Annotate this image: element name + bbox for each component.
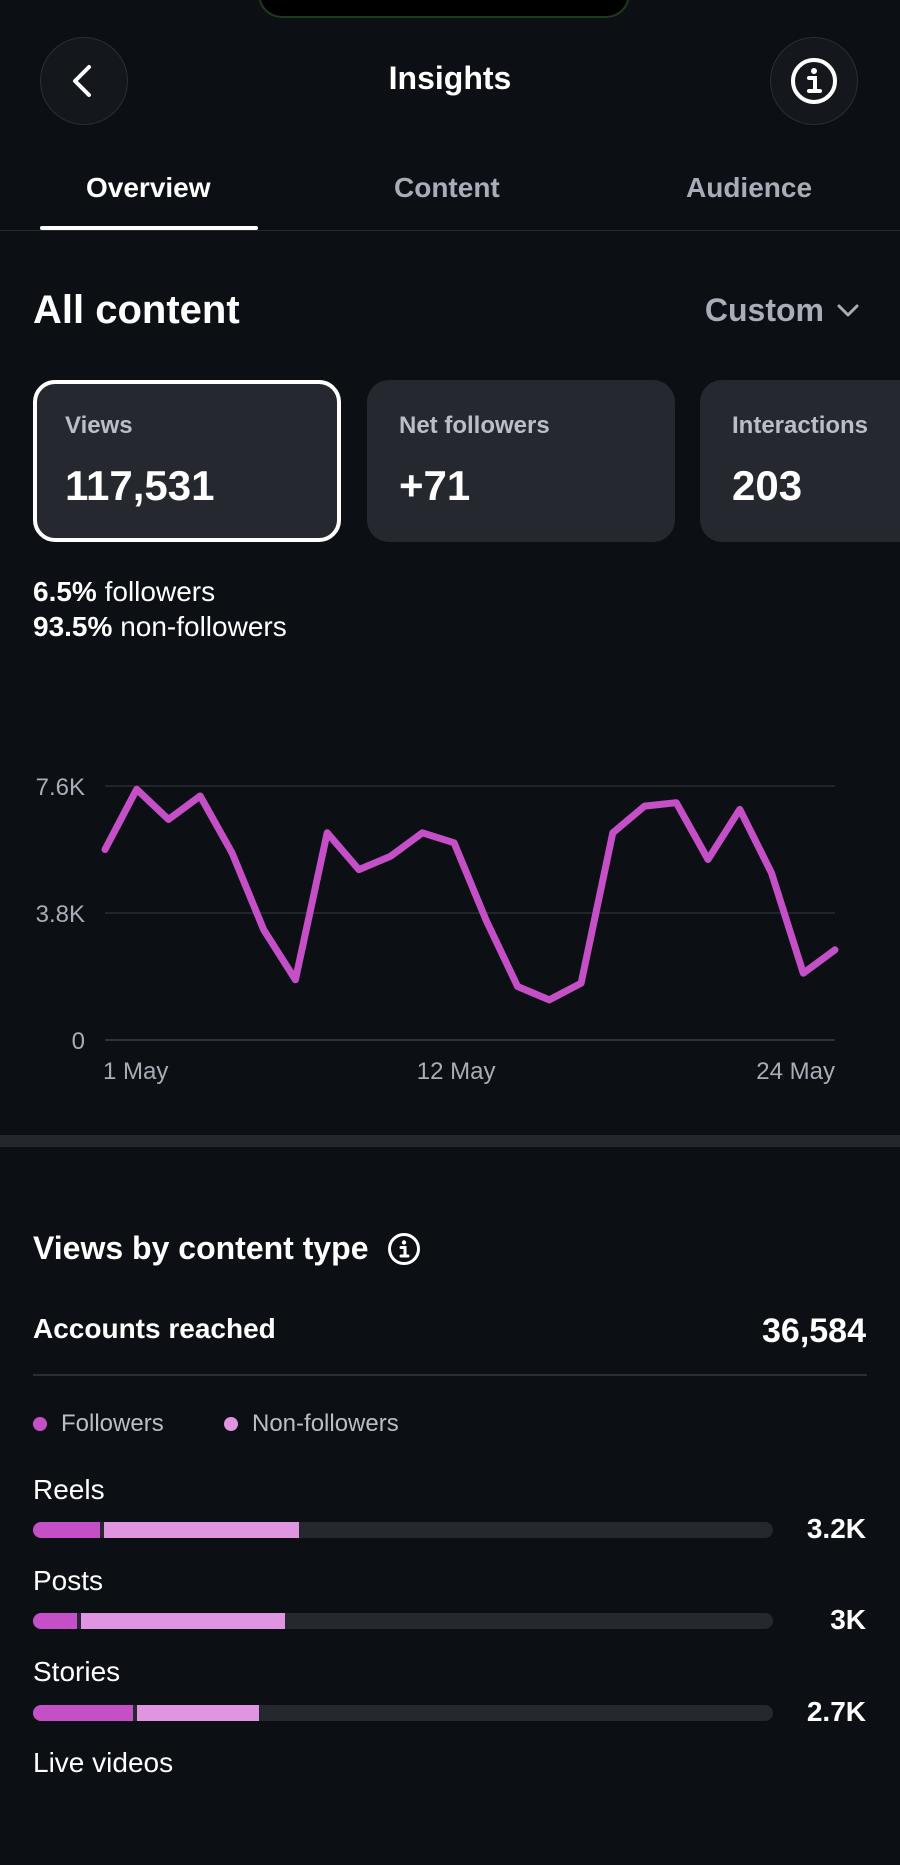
tab-audience[interactable]: Audience [686, 172, 812, 204]
metric-value: 117,531 [65, 462, 215, 509]
chevron-down-icon [837, 304, 859, 316]
date-range-label: Custom [704, 292, 824, 328]
bar-label-posts: Posts [33, 1565, 104, 1596]
tab-overview[interactable]: Overview [86, 172, 211, 204]
bar-value-reels: 3.2K [806, 1513, 866, 1544]
bar-followers-segment [33, 1522, 100, 1538]
metric-label: Interactions [732, 412, 869, 439]
tabs-divider [0, 230, 900, 231]
section-divider [0, 1135, 900, 1147]
metric-value: +71 [399, 462, 471, 509]
page-title: Insights [388, 60, 512, 96]
non-followers-text: non-followers [120, 611, 287, 642]
section-title-all-content: All content [33, 288, 240, 332]
bar-label-live-videos: Live videos [33, 1747, 174, 1778]
x-tick-label: 24 May [756, 1058, 835, 1085]
x-tick-label: 12 May [417, 1058, 496, 1085]
content-type-heading: Views by content type [33, 1230, 421, 1267]
divider [33, 1374, 867, 1376]
info-icon [791, 58, 837, 104]
legend-label: Non-followers [252, 1410, 399, 1437]
non-followers-split: 93.5% non-followers [33, 611, 287, 643]
date-range-dropdown[interactable]: Custom [705, 292, 860, 329]
accounts-reached-label: Accounts reached [33, 1313, 276, 1344]
followers-percent: 6.5% [33, 576, 97, 607]
legend-label: Followers [61, 1410, 164, 1437]
bar-value-stories: 2.7K [806, 1696, 866, 1727]
bar-track-stories [33, 1705, 773, 1721]
tab-content[interactable]: Content [394, 172, 500, 204]
bar-label-stories: Stories [33, 1656, 121, 1687]
views-line-chart: 7.6K 3.8K 0 1 May 12 May 24 May [36, 774, 839, 1085]
y-tick-label: 3.8K [36, 901, 85, 928]
legend-swatch [33, 1417, 47, 1431]
bar-followers-segment [33, 1613, 78, 1629]
bar-label-reels: Reels [33, 1474, 105, 1505]
y-tick-label: 7.6K [36, 774, 85, 801]
metric-value: 203 [732, 462, 803, 509]
bar-value-posts: 3K [830, 1604, 866, 1635]
bar-non-followers-segment [81, 1613, 285, 1629]
metric-label: Net followers [399, 412, 550, 439]
legend-followers: Followers [33, 1410, 164, 1438]
metric-card-views[interactable]: Views 117,531 [33, 380, 341, 542]
followers-split: 6.5% followers [33, 576, 215, 608]
info-icon[interactable] [387, 1232, 421, 1266]
views-series-line [101, 785, 839, 1004]
bar-track-posts [33, 1613, 773, 1629]
legend-non-followers: Non-followers [224, 1410, 399, 1438]
bar-non-followers-segment [103, 1522, 300, 1538]
metric-label: Views [65, 412, 133, 439]
legend-swatch [224, 1417, 238, 1431]
non-followers-percent: 93.5% [33, 611, 113, 642]
device-notch [258, 0, 630, 18]
metric-card-interactions[interactable]: Interactions 203 [700, 380, 900, 542]
metric-card-net-followers[interactable]: Net followers +71 [367, 380, 675, 542]
accounts-reached-value: 36,584 [762, 1312, 866, 1350]
y-tick-label: 0 [72, 1028, 85, 1055]
x-tick-label: 1 May [103, 1058, 168, 1085]
bar-non-followers-segment [136, 1705, 259, 1721]
content-type-title: Views by content type [33, 1230, 369, 1266]
bar-track-reels [33, 1522, 773, 1538]
bar-followers-segment [33, 1705, 133, 1721]
info-button[interactable] [770, 37, 858, 125]
followers-text: followers [104, 576, 216, 607]
